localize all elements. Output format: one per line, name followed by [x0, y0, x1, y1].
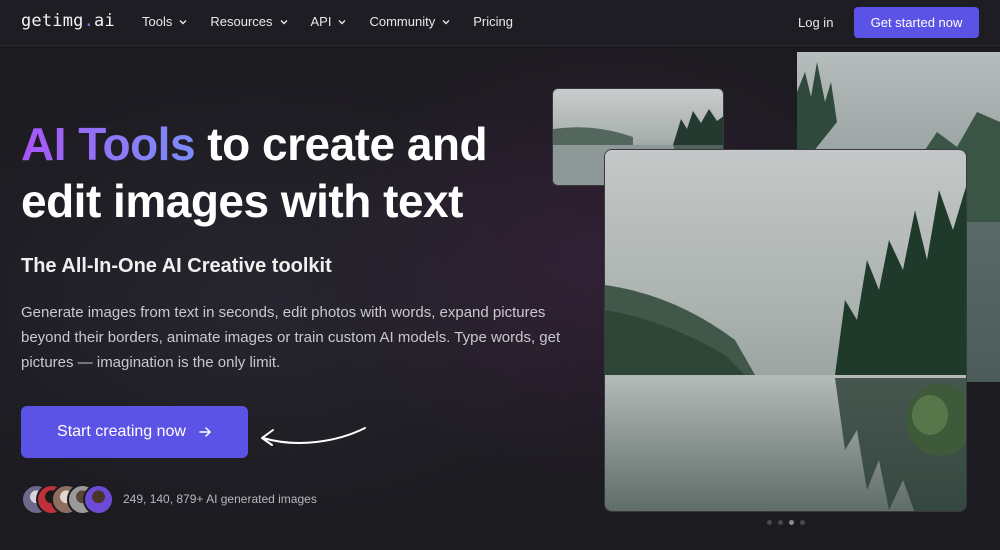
nav-item-label: API	[310, 14, 332, 29]
nav-item-community[interactable]: Community	[369, 14, 451, 29]
nav-item-label: Tools	[142, 14, 173, 29]
nav-item-api[interactable]: API	[311, 14, 348, 29]
hero-title-rest-2: edit images with text	[21, 175, 463, 227]
chevron-down-icon	[179, 19, 187, 24]
chevron-down-icon	[338, 19, 346, 24]
chevron-down-icon	[442, 19, 450, 24]
nav-links: Tools Resources API Community Pricing	[142, 14, 535, 29]
carousel-dot[interactable]	[778, 520, 783, 525]
top-nav: getimg.ai Tools Resources API Community …	[0, 0, 1000, 46]
carousel-dot[interactable]	[800, 520, 805, 525]
generated-images-count: 249, 140, 879+ AI generated images	[123, 492, 317, 506]
logo-dot: .	[83, 11, 95, 31]
login-link[interactable]: Log in	[798, 15, 833, 30]
nav-item-pricing[interactable]: Pricing	[473, 14, 513, 29]
landscape-image-main	[604, 149, 967, 512]
hero-title: AI Tools to create and edit images with …	[21, 116, 561, 230]
nav-item-label: Community	[369, 14, 436, 29]
nav-item-label: Resources	[210, 14, 273, 29]
logo-text: getimg	[21, 11, 84, 31]
hero-subtitle: The All-In-One AI Creative toolkit	[21, 255, 332, 277]
carousel-dot-active[interactable]	[789, 520, 794, 525]
avatar	[83, 484, 114, 515]
nav-item-tools[interactable]: Tools	[142, 14, 188, 29]
start-creating-button[interactable]: Start creating now	[21, 406, 248, 458]
hero-description: Generate images from text in seconds, ed…	[21, 304, 561, 371]
carousel-dot[interactable]	[767, 520, 772, 525]
carousel-dots	[767, 520, 805, 525]
hand-drawn-arrow-icon	[261, 427, 366, 446]
logo-suffix: ai	[94, 11, 115, 31]
start-creating-label: Start creating now	[57, 423, 186, 440]
hero-title-rest-1: to create and	[195, 118, 488, 170]
chevron-down-icon	[280, 19, 287, 24]
get-started-button[interactable]: Get started now	[854, 7, 979, 38]
nav-item-resources[interactable]: Resources	[210, 14, 288, 29]
logo[interactable]: getimg.ai	[21, 11, 115, 31]
nav-item-label: Pricing	[473, 14, 513, 29]
hero-title-highlight: AI Tools	[21, 118, 196, 170]
arrow-right-icon	[199, 427, 211, 437]
user-avatars	[21, 484, 117, 516]
